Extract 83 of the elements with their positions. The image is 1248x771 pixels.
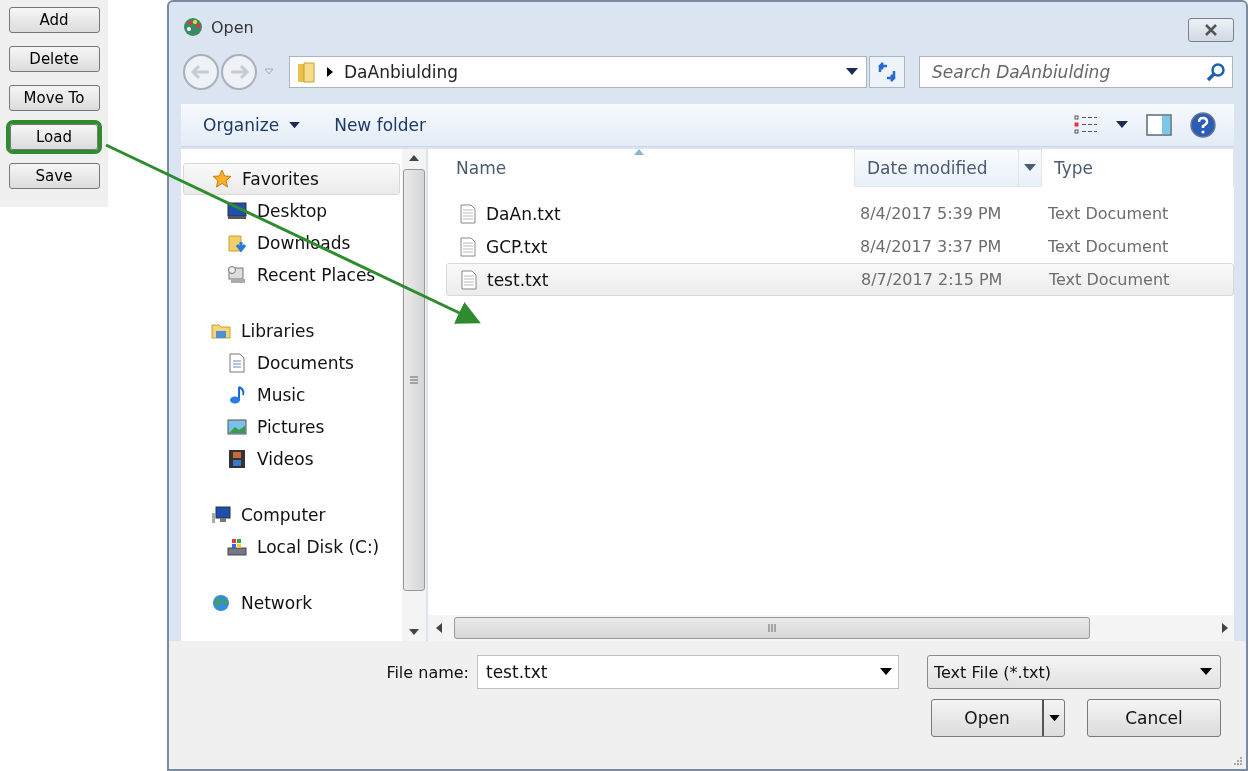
- search-field[interactable]: Search DaAnbiulding: [919, 56, 1233, 88]
- search-icon: [1206, 62, 1226, 82]
- column-header[interactable]: Name: [444, 149, 854, 187]
- document-icon: [227, 353, 247, 373]
- nav-item[interactable]: Desktop: [181, 195, 402, 227]
- side-button[interactable]: Move To: [8, 85, 100, 111]
- column-header[interactable]: Date modified: [854, 149, 1042, 187]
- dropdown-caret-icon[interactable]: [880, 668, 892, 676]
- file-row[interactable]: GCP.txt 8/4/2017 3:37 PM Text Document: [450, 230, 1234, 263]
- dropdown-caret-icon: [1200, 668, 1212, 676]
- caret-icon: [289, 121, 301, 129]
- file-row[interactable]: DaAn.txt 8/4/2017 5:39 PM Text Document: [450, 197, 1234, 230]
- folder-path[interactable]: DaAnbiulding: [344, 62, 458, 82]
- close-button[interactable]: [1188, 18, 1234, 42]
- palette-icon: [183, 17, 203, 37]
- text-file-icon: [461, 269, 477, 290]
- view-list-icon[interactable]: [1074, 115, 1098, 135]
- window-title: Open: [211, 17, 254, 37]
- film-strip-icon: [227, 449, 247, 469]
- hard-drive-icon: [227, 537, 247, 557]
- nav-item[interactable]: Favorites: [183, 163, 400, 195]
- nav-item[interactable]: Computer: [183, 499, 400, 531]
- library-folder-icon: [211, 321, 231, 341]
- nav-item[interactable]: Local Disk (C:): [181, 531, 402, 563]
- nav-item[interactable]: Libraries: [183, 315, 400, 347]
- computer-icon: [211, 505, 231, 525]
- grip-icon: [768, 624, 776, 632]
- dialog-button[interactable]: Cancel: [1087, 699, 1221, 737]
- nav-item[interactable]: Music: [181, 379, 402, 411]
- refresh-icon: [877, 62, 897, 82]
- star-icon: [212, 169, 232, 189]
- organize-menu[interactable]: Organize: [195, 115, 309, 135]
- file-name: DaAn.txt: [486, 203, 561, 224]
- file-type: Text Document: [1048, 204, 1169, 223]
- file-name: GCP.txt: [486, 236, 548, 257]
- side-button[interactable]: Add: [8, 7, 100, 33]
- horizontal-scrollbar[interactable]: [428, 615, 1234, 641]
- breadcrumb-arrow-icon: [326, 67, 334, 77]
- refresh-button[interactable]: [869, 56, 905, 88]
- nav-item[interactable]: Pictures: [181, 411, 402, 443]
- resize-grip-icon[interactable]: [1232, 755, 1242, 765]
- globe-icon: [211, 593, 231, 613]
- folder-download-icon: [227, 233, 247, 253]
- nav-item[interactable]: Videos: [181, 443, 402, 475]
- column-header[interactable]: Type: [1042, 149, 1232, 187]
- picture-icon: [227, 417, 247, 437]
- file-name-label: File name:: [386, 662, 469, 682]
- side-button[interactable]: Save: [8, 163, 100, 189]
- file-type-dropdown[interactable]: Text File (*.txt): [927, 655, 1221, 689]
- scroll-down-arrow-icon[interactable]: [409, 629, 419, 635]
- music-note-icon: [227, 385, 247, 405]
- scroll-right-arrow-icon[interactable]: [1222, 623, 1228, 633]
- date-modified: 8/4/2017 3:37 PM: [860, 237, 1002, 256]
- preview-pane-icon[interactable]: [1146, 114, 1172, 136]
- text-file-icon: [460, 203, 476, 224]
- nav-item[interactable]: Documents: [181, 347, 402, 379]
- file-type: Text Document: [1049, 270, 1170, 289]
- side-button[interactable]: Delete: [8, 46, 100, 72]
- sort-arrow-icon: [634, 149, 644, 155]
- new-folder-button[interactable]: New folder: [326, 115, 434, 135]
- dropdown-caret-icon: [846, 68, 858, 76]
- vertical-scrollbar[interactable]: [402, 149, 426, 641]
- search-input[interactable]: Search DaAnbiulding: [930, 57, 1206, 87]
- caret-icon: [1048, 714, 1060, 722]
- date-modified: 8/4/2017 5:39 PM: [860, 204, 1002, 223]
- date-modified: 8/7/2017 2:15 PM: [861, 270, 1003, 289]
- close-icon: [1203, 24, 1219, 36]
- address-bar[interactable]: DaAnbiulding: [289, 56, 867, 88]
- recent-places-icon: [227, 265, 247, 285]
- nav-item[interactable]: Recent Places: [181, 259, 402, 291]
- nav-item[interactable]: Network: [183, 587, 400, 619]
- column-dropdown-icon: [1024, 164, 1036, 172]
- open-split-button[interactable]: Open: [931, 699, 1065, 737]
- help-icon[interactable]: [1190, 112, 1216, 138]
- file-row[interactable]: test.txt 8/7/2017 2:15 PM Text Document: [446, 263, 1234, 296]
- scroll-up-arrow-icon[interactable]: [409, 155, 419, 161]
- scroll-left-arrow-icon[interactable]: [436, 623, 442, 633]
- file-type: Text Document: [1048, 237, 1169, 256]
- text-file-icon: [460, 236, 476, 257]
- caret-icon[interactable]: [1116, 121, 1128, 129]
- grip-icon: [410, 376, 418, 384]
- folder-icon: [296, 61, 316, 83]
- file-name: test.txt: [487, 269, 549, 290]
